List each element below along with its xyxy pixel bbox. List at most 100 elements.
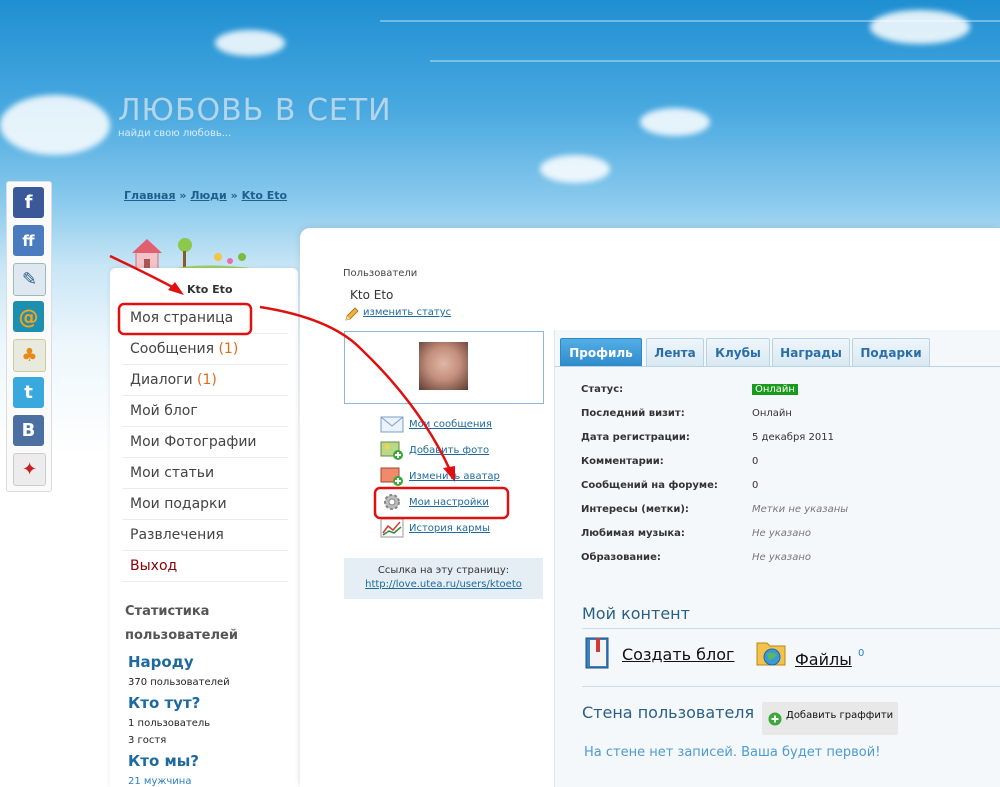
chart-icon	[380, 518, 404, 538]
change-avatar-link[interactable]: Изменить аватар	[409, 471, 500, 482]
files-count: 0	[858, 648, 865, 659]
envelope-icon	[380, 416, 404, 433]
my-messages-action[interactable]: Мои сообщения	[380, 414, 520, 438]
gear-icon	[384, 494, 400, 510]
sidebar-item-my-page[interactable]: Моя страница	[122, 303, 288, 334]
interests-value: Метки не указаны	[752, 504, 849, 515]
registration-value: 5 декабря 2011	[752, 432, 834, 443]
stats-online-users: 1 пользователь	[128, 718, 211, 729]
sidebar-item-label: Мой блог	[130, 403, 198, 419]
wall-title: Стена пользователя	[582, 703, 755, 722]
files-link[interactable]: Файлы	[795, 650, 852, 669]
files-folder-icon	[756, 642, 786, 666]
stats-heading: Статистика пользователей	[125, 604, 238, 643]
change-avatar-icon	[380, 467, 403, 486]
livejournal-icon[interactable]: ✎	[13, 263, 46, 296]
breadcrumb: Главная » Люди » Kto Eto	[124, 189, 287, 202]
add-photo-action[interactable]: Добавить фото	[380, 440, 520, 464]
avatar[interactable]	[419, 342, 468, 390]
stats-online-guests: 3 гостя	[128, 735, 167, 746]
stats-people-title: Народу	[128, 653, 194, 671]
forum-value: 0	[752, 480, 759, 491]
breadcrumb-people[interactable]: Люди	[190, 189, 226, 202]
sidebar-item-label: Диалоги	[130, 372, 193, 388]
sidebar-item-label: Развлечения	[130, 527, 224, 543]
light-streak	[380, 20, 1000, 22]
sidebar-item-exit[interactable]: Выход	[122, 551, 288, 582]
my-messages-link[interactable]: Мои сообщения	[409, 419, 492, 430]
sidebar-item-label: Мои статьи	[130, 465, 215, 481]
karma-history-link[interactable]: История кармы	[409, 523, 490, 534]
cloud	[870, 10, 970, 44]
breadcrumb-current[interactable]: Kto Eto	[242, 189, 288, 202]
last-visit-label: Последний визит:	[581, 408, 685, 419]
tab-clubs[interactable]: Клубы	[706, 338, 770, 367]
plus-icon	[768, 712, 782, 726]
tab-awards[interactable]: Награды	[772, 338, 850, 367]
cloud	[0, 95, 110, 155]
status-value-wrap: Онлайн	[752, 384, 798, 395]
sidebar-item-dialogs[interactable]: Диалоги (1)	[122, 365, 288, 396]
status-badge: Онлайн	[752, 384, 798, 395]
sidebar-item-gifts[interactable]: Мои подарки	[122, 489, 288, 520]
change-status-link[interactable]: изменить статус	[363, 307, 451, 318]
moi-krug-icon[interactable]: ✦	[13, 453, 46, 486]
pencil-icon	[345, 307, 359, 321]
breadcrumb-separator: »	[230, 189, 238, 202]
add-photo-icon	[380, 441, 403, 460]
music-value: Не указано	[752, 528, 812, 539]
education-value: Не указано	[752, 552, 812, 563]
add-graffiti-label: Добавить граффити	[786, 710, 894, 721]
stats-who-men[interactable]: 21 мужчина	[128, 776, 191, 787]
sidebar-item-label: Мои подарки	[130, 496, 227, 512]
interests-label: Интересы (метки):	[581, 504, 689, 515]
sidebar-item-label: Сообщения	[130, 341, 215, 357]
section-title: Пользователи	[343, 268, 418, 279]
facebook-icon[interactable]: f	[13, 187, 44, 218]
page-link-url[interactable]: http://love.utea.ru/users/ktoeto	[344, 579, 543, 590]
forum-label: Сообщений на форуме:	[581, 480, 718, 491]
page-link-label: Ссылка на эту страницу:	[377, 565, 510, 576]
sidebar-item-articles[interactable]: Мои статьи	[122, 458, 288, 489]
change-avatar-action[interactable]: Изменить аватар	[380, 466, 520, 490]
comments-value: 0	[752, 456, 759, 467]
tabs-divider	[555, 366, 1000, 367]
sidebar-item-messages[interactable]: Сообщения (1)	[122, 334, 288, 365]
sidebar-item-photos[interactable]: Мои Фотографии	[122, 427, 288, 458]
social-share-bar: f ff ✎ @ ♣ t B ✦	[6, 181, 52, 492]
settings-action[interactable]: Мои настройки	[380, 492, 520, 516]
vkontakte-icon[interactable]: B	[13, 415, 44, 446]
twitter-icon[interactable]: t	[13, 377, 44, 408]
add-graffiti-button[interactable]: Добавить граффити	[762, 702, 898, 735]
tab-gifts[interactable]: Подарки	[852, 338, 930, 367]
sidebar-item-label: Мои Фотографии	[130, 434, 257, 450]
light-streak	[430, 60, 1000, 62]
tab-profile[interactable]: Профиль	[560, 338, 642, 367]
settings-link[interactable]: Мои настройки	[409, 497, 489, 508]
tab-feed[interactable]: Лента	[646, 338, 704, 367]
wall-empty-message: На стене нет записей. Ваша будет первой!	[584, 745, 881, 760]
divider	[582, 686, 1000, 687]
stats-who-title: Кто мы?	[128, 752, 200, 770]
user-menu: Моя страница Сообщения (1) Диалоги (1) М…	[122, 303, 288, 582]
unread-count-badge: (1)	[218, 341, 239, 357]
stats-online-title: Кто тут?	[128, 694, 201, 712]
breadcrumb-home[interactable]: Главная	[124, 189, 176, 202]
create-blog-link[interactable]: Создать блог	[622, 645, 734, 664]
friendfeed-icon[interactable]: ff	[13, 225, 44, 256]
sidebar-username: Kto Eto	[187, 283, 233, 296]
site-slogan: найди свою любовь...	[118, 128, 232, 139]
site-logo[interactable]: ЛЮБОВЬ В СЕТИ	[118, 93, 392, 128]
karma-history-action[interactable]: История кармы	[380, 518, 520, 542]
profile-username: Kto Eto	[350, 288, 394, 302]
mail-ru-icon[interactable]: @	[13, 301, 44, 332]
add-photo-link[interactable]: Добавить фото	[409, 445, 489, 456]
cloud	[640, 108, 710, 136]
unread-count-badge: (1)	[197, 372, 217, 388]
odnoklassniki-icon[interactable]: ♣	[13, 339, 46, 372]
sidebar-item-blog[interactable]: Мой блог	[122, 396, 288, 427]
cloud	[540, 155, 610, 183]
sidebar-item-fun[interactable]: Развлечения	[122, 520, 288, 551]
comments-label: Комментарии:	[581, 456, 664, 467]
my-content-title: Мой контент	[582, 604, 690, 623]
